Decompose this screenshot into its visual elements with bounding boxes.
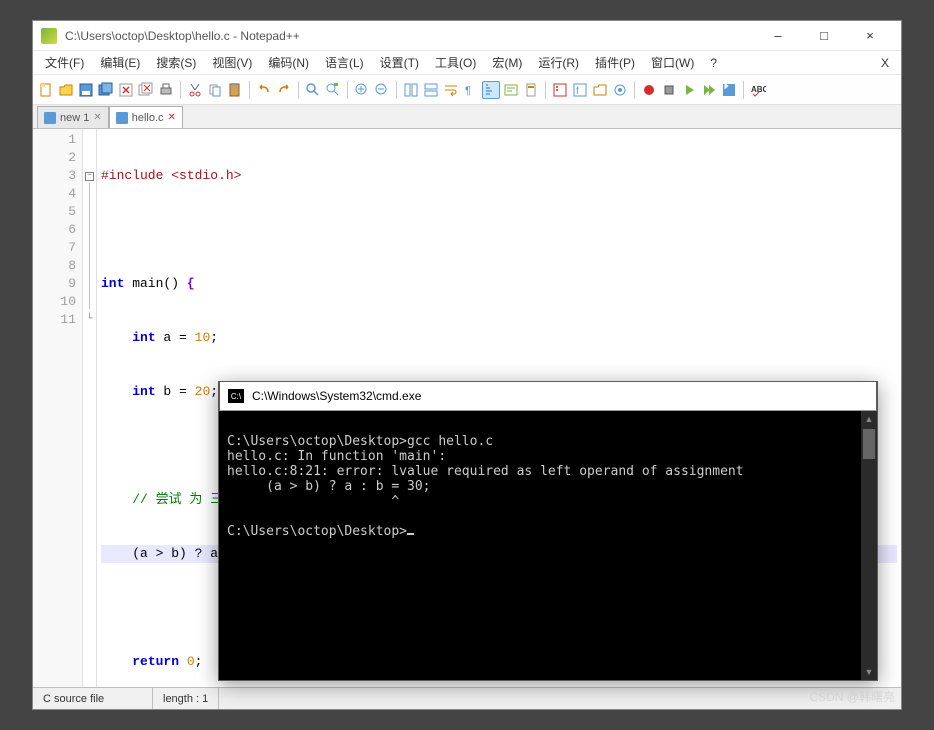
menubar: 文件(F) 编辑(E) 搜索(S) 视图(V) 编码(N) 语言(L) 设置(T… xyxy=(33,51,901,75)
monitor-icon[interactable] xyxy=(611,81,629,99)
cmd-scrollbar[interactable]: ▲ ▼ xyxy=(861,411,877,680)
undo-icon[interactable] xyxy=(255,81,273,99)
print-icon[interactable] xyxy=(157,81,175,99)
menu-settings[interactable]: 设置(T) xyxy=(372,51,427,74)
menu-search[interactable]: 搜索(S) xyxy=(148,51,204,74)
tab-new-1[interactable]: new 1 ✕ xyxy=(37,106,109,128)
save-all-icon[interactable] xyxy=(97,81,115,99)
menu-plugins[interactable]: 插件(P) xyxy=(587,51,643,74)
cmd-icon: C:\ xyxy=(228,389,244,403)
new-file-icon[interactable] xyxy=(37,81,55,99)
scroll-up-icon[interactable]: ▲ xyxy=(861,411,877,427)
menu-tools[interactable]: 工具(O) xyxy=(427,51,484,74)
sync-h-icon[interactable] xyxy=(422,81,440,99)
tab-label: new 1 xyxy=(60,112,89,124)
wrap-icon[interactable] xyxy=(442,81,460,99)
cmd-titlebar[interactable]: C:\ C:\Windows\System32\cmd.exe xyxy=(219,381,877,411)
doc-map-icon[interactable] xyxy=(522,81,540,99)
close-button[interactable]: × xyxy=(847,21,893,51)
spellcheck-icon[interactable]: ABC xyxy=(749,81,767,99)
zoom-out-icon[interactable] xyxy=(373,81,391,99)
menu-run[interactable]: 运行(R) xyxy=(530,51,587,74)
copy-icon[interactable] xyxy=(206,81,224,99)
user-lang-icon[interactable] xyxy=(502,81,520,99)
cmd-cursor xyxy=(407,533,414,535)
tab-label: hello.c xyxy=(132,112,164,124)
paste-icon[interactable] xyxy=(226,81,244,99)
fold-toggle-icon[interactable]: − xyxy=(85,172,94,181)
function-list-icon[interactable]: f xyxy=(571,81,589,99)
sync-v-icon[interactable] xyxy=(402,81,420,99)
toolbar: ¶ f ABC xyxy=(33,75,901,105)
app-icon xyxy=(41,28,57,44)
tab-hello-c[interactable]: hello.c ✕ xyxy=(109,106,183,128)
scroll-thumb[interactable] xyxy=(863,429,875,459)
zoom-in-icon[interactable] xyxy=(353,81,371,99)
redo-icon[interactable] xyxy=(275,81,293,99)
save-macro-icon[interactable] xyxy=(720,81,738,99)
doc-list-icon[interactable] xyxy=(551,81,569,99)
play-multi-icon[interactable] xyxy=(700,81,718,99)
save-icon[interactable] xyxy=(77,81,95,99)
svg-text:¶: ¶ xyxy=(465,85,471,97)
menu-encoding[interactable]: 编码(N) xyxy=(260,51,317,74)
statusbar: C source file length : 1 xyxy=(33,687,901,709)
tab-close-icon[interactable]: ✕ xyxy=(93,112,101,123)
replace-icon[interactable] xyxy=(324,81,342,99)
menu-language[interactable]: 语言(L) xyxy=(317,51,372,74)
open-file-icon[interactable] xyxy=(57,81,75,99)
cut-icon[interactable] xyxy=(186,81,204,99)
menu-macro[interactable]: 宏(M) xyxy=(484,51,530,74)
cmd-output[interactable]: C:\Users\octop\Desktop>gcc hello.c hello… xyxy=(219,411,877,680)
menu-view[interactable]: 视图(V) xyxy=(204,51,260,74)
find-icon[interactable] xyxy=(304,81,322,99)
tab-file-icon xyxy=(44,112,56,124)
minimize-button[interactable]: – xyxy=(755,21,801,51)
menu-file[interactable]: 文件(F) xyxy=(37,51,92,74)
close-all-icon[interactable] xyxy=(137,81,155,99)
titlebar: C:\Users\octop\Desktop\hello.c - Notepad… xyxy=(33,21,901,51)
secondary-close-button[interactable]: X xyxy=(873,53,897,73)
fold-column: − └ xyxy=(83,129,97,687)
line-number-gutter: 1 2 3 4 5 6 7 8 9 10 11 xyxy=(33,129,83,687)
scroll-down-icon[interactable]: ▼ xyxy=(861,664,877,680)
stop-macro-icon[interactable] xyxy=(660,81,678,99)
menu-edit[interactable]: 编辑(E) xyxy=(92,51,148,74)
svg-text:f: f xyxy=(576,86,579,97)
status-filetype: C source file xyxy=(33,688,153,709)
window-title: C:\Users\octop\Desktop\hello.c - Notepad… xyxy=(65,29,755,43)
menu-window[interactable]: 窗口(W) xyxy=(643,51,702,74)
folder-icon[interactable] xyxy=(591,81,609,99)
tab-bar: new 1 ✕ hello.c ✕ xyxy=(33,105,901,129)
status-length: length : 1 xyxy=(153,688,219,709)
cmd-title-text: C:\Windows\System32\cmd.exe xyxy=(252,389,868,403)
tab-close-icon[interactable]: ✕ xyxy=(168,112,176,123)
indent-guide-icon[interactable] xyxy=(482,81,500,99)
record-macro-icon[interactable] xyxy=(640,81,658,99)
cmd-window: C:\ C:\Windows\System32\cmd.exe C:\Users… xyxy=(218,381,878,681)
menu-help[interactable]: ? xyxy=(702,53,725,73)
show-all-chars-icon[interactable]: ¶ xyxy=(462,81,480,99)
close-file-icon[interactable] xyxy=(117,81,135,99)
tab-file-icon xyxy=(116,112,128,124)
play-macro-icon[interactable] xyxy=(680,81,698,99)
maximize-button[interactable]: □ xyxy=(801,21,847,51)
